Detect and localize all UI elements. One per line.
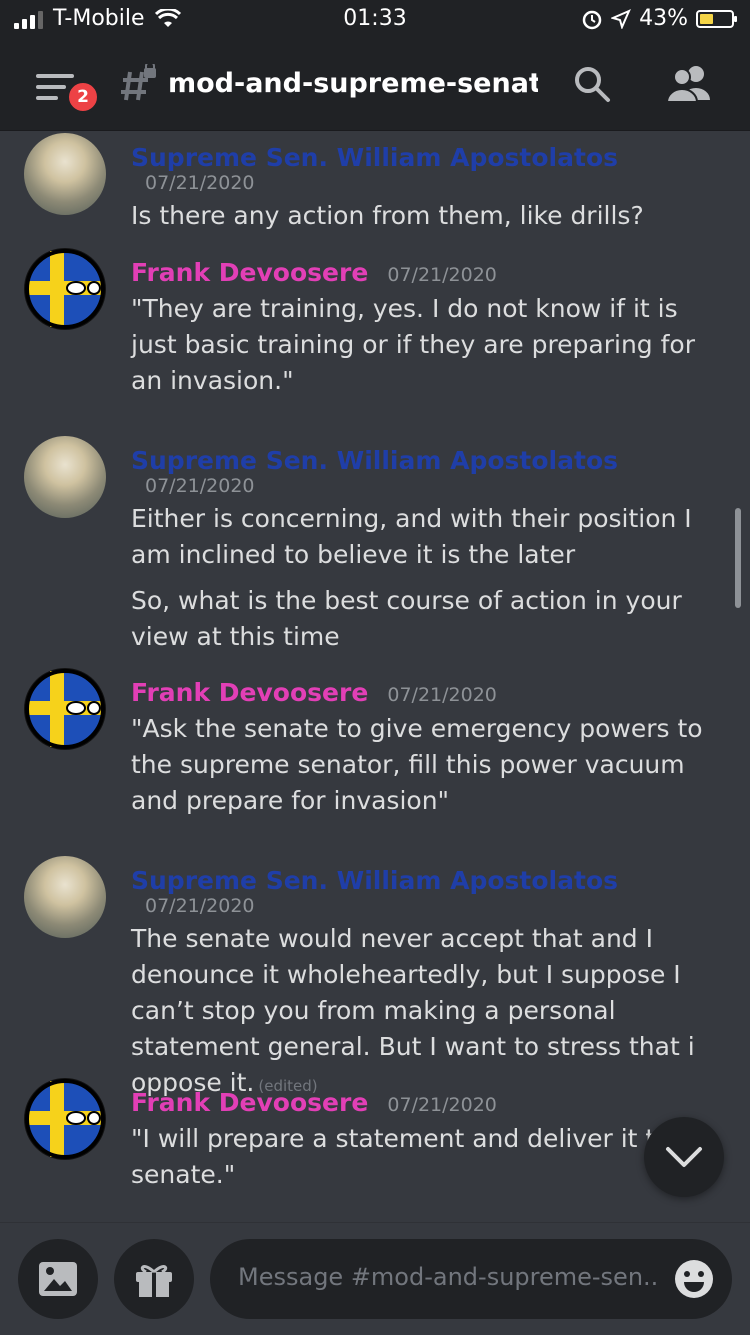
author-name[interactable]: Frank Devoosere: [131, 258, 368, 287]
gift-button[interactable]: [114, 1239, 194, 1319]
swedenball-icon: [25, 249, 105, 329]
jump-to-present-button[interactable]: [644, 1117, 724, 1197]
author-name[interactable]: Supreme Sen. William Apostolatos: [131, 866, 618, 895]
emoji-icon[interactable]: [674, 1259, 714, 1299]
timestamp: 07/21/2020: [145, 475, 255, 497]
avatar[interactable]: [24, 856, 106, 938]
locked-channel-icon: [121, 64, 156, 101]
channel-title[interactable]: mod-and-supreme-senato...: [168, 68, 538, 99]
message-text: Is there any action from them, like dril…: [131, 201, 644, 230]
message-text: Either is concerning, and with their pos…: [131, 504, 692, 569]
message-text: The senate would never accept that and I…: [131, 924, 695, 1097]
avatar[interactable]: [24, 436, 106, 518]
image-icon: [39, 1262, 77, 1296]
battery-icon: [696, 9, 737, 28]
notification-badge: 2: [66, 80, 100, 114]
message-list[interactable]: Supreme Sen. William Apostolatos 07/21/2…: [0, 131, 750, 1221]
timestamp: 07/21/2020: [387, 264, 497, 286]
chevron-down-icon: [666, 1147, 702, 1167]
channel-header: 2 mod-and-supreme-senato...: [0, 40, 750, 131]
message-text: "They are training, yes. I do not know i…: [131, 294, 696, 395]
avatar[interactable]: [24, 248, 106, 330]
swedenball-icon: [25, 1079, 105, 1159]
author-name[interactable]: Frank Devoosere: [131, 1088, 368, 1117]
message-input[interactable]: Message #mod-and-supreme-sen...: [210, 1239, 732, 1319]
status-bar: T-Mobile 01:33 43%: [0, 0, 750, 40]
alarm-icon: [582, 10, 602, 29]
swedenball-icon: [25, 669, 105, 749]
timestamp: 07/21/2020: [387, 684, 497, 706]
composer: Message #mod-and-supreme-sen...: [0, 1222, 750, 1335]
author-name[interactable]: Supreme Sen. William Apostolatos: [131, 143, 618, 172]
gift-icon: [136, 1265, 172, 1297]
search-icon[interactable]: [572, 64, 612, 104]
message-input-placeholder: Message #mod-and-supreme-sen...: [238, 1263, 658, 1291]
avatar[interactable]: [24, 1078, 106, 1160]
message-text: "I will prepare a statement and deliver …: [131, 1124, 720, 1189]
timestamp: 07/21/2020: [387, 1094, 497, 1116]
members-icon[interactable]: [664, 64, 714, 104]
timestamp: 07/21/2020: [145, 895, 255, 917]
location-icon: [611, 8, 632, 29]
avatar[interactable]: [24, 668, 106, 750]
image-upload-button[interactable]: [18, 1239, 98, 1319]
battery-percent: 43%: [639, 6, 688, 31]
scrollbar[interactable]: [735, 508, 741, 608]
message-text: So, what is the best course of action in…: [131, 586, 682, 651]
timestamp: 07/21/2020: [145, 172, 255, 194]
author-name[interactable]: Frank Devoosere: [131, 678, 368, 707]
message-text: "Ask the senate to give emergency powers…: [131, 714, 703, 815]
author-name[interactable]: Supreme Sen. William Apostolatos: [131, 446, 618, 475]
avatar[interactable]: [24, 133, 106, 215]
